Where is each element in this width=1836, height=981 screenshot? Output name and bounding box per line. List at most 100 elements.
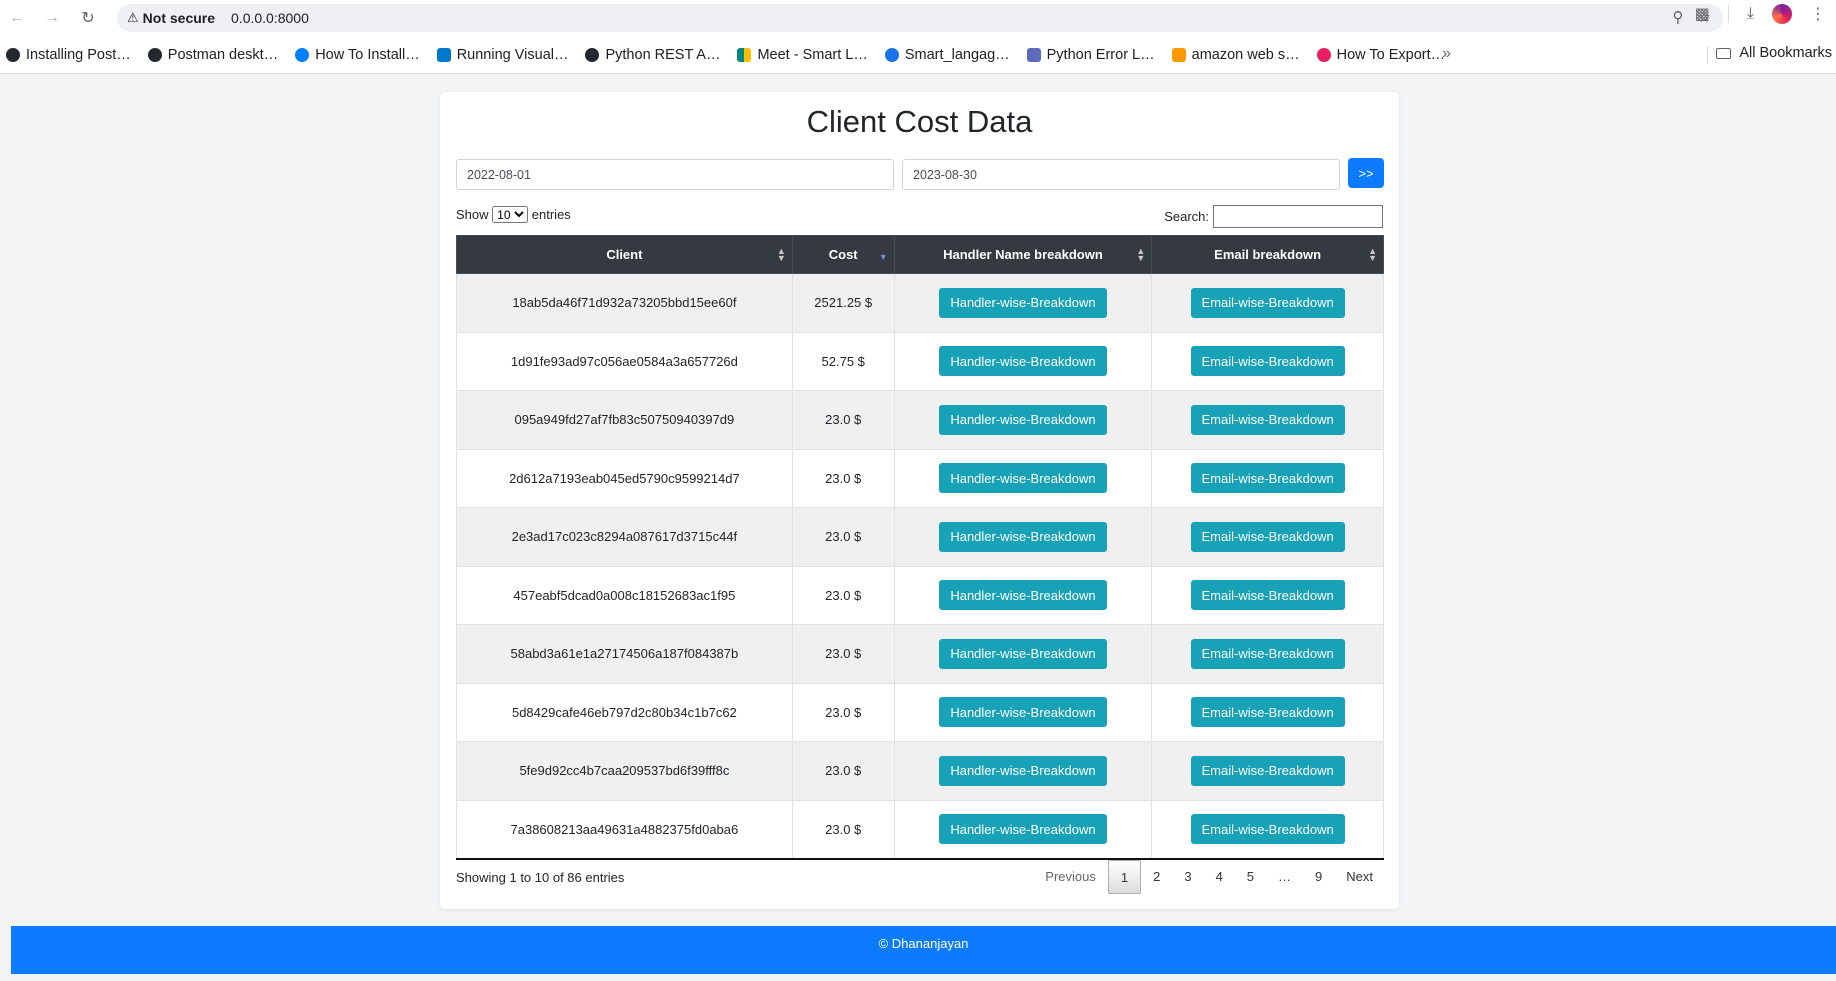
page-button-4[interactable]: 4 [1204,860,1235,894]
table-info: Showing 1 to 10 of 86 entries [456,870,625,885]
page-button-3[interactable]: 3 [1172,860,1203,894]
page-button-5[interactable]: 5 [1235,860,1266,894]
client-cost-table: Client ▲ ▼ Cost ▼ Handler Name breakdown ▲ ▼ … [456,235,1384,860]
folder-icon [1716,47,1732,59]
bookmark-item[interactable]: amazon web s… [1171,47,1300,63]
handler-breakdown-button[interactable]: Handler-wise-Breakdown [939,404,1107,435]
cost-cell: 23.0 $ [791,741,895,801]
email-breakdown-button[interactable]: Email-wise-Breakdown [1190,755,1345,786]
github-icon [147,47,162,62]
client-id-cell: 457eabf5dcad0a008c18152683ac1f95 [456,565,793,625]
email-breakdown-button[interactable]: Email-wise-Breakdown [1190,346,1345,377]
previous-page-button[interactable]: Previous [1033,860,1108,894]
table-row: 18ab5da46f71d932a73205bbd15ee60f 2521.25… [456,273,1384,333]
column-header-handler[interactable]: Handler Name breakdown ▲ ▼ [893,235,1153,274]
cost-cell: 23.0 $ [791,624,895,684]
email-breakdown-button[interactable]: Email-wise-Breakdown [1190,463,1345,494]
cost-cell: 23.0 $ [791,448,895,508]
page-button-2[interactable]: 2 [1141,860,1172,894]
bookmark-item[interactable]: How To Export… [1316,47,1445,63]
handler-breakdown-button[interactable]: Handler-wise-Breakdown [939,521,1107,552]
site-icon [884,47,899,62]
email-breakdown-button[interactable]: Email-wise-Breakdown [1190,521,1345,552]
table-row: 2d612a7193eab045ed5790c9599214d7 23.0 $ … [456,448,1384,508]
handler-breakdown-button[interactable]: Handler-wise-Breakdown [939,346,1107,377]
email-breakdown-button[interactable]: Email-wise-Breakdown [1190,814,1345,844]
profile-avatar[interactable] [1772,4,1792,24]
reload-icon[interactable]: ↻ [74,4,102,32]
sort-both-icon: ▲ ▼ [776,246,786,263]
all-bookmarks-button[interactable]: All Bookmarks [1716,45,1832,61]
client-id-cell: 58abd3a61e1a27174506a187f084387b [456,624,793,684]
email-breakdown-button[interactable]: Email-wise-Breakdown [1190,287,1345,318]
table-search: Search: [1164,205,1383,228]
email-breakdown-button[interactable]: Email-wise-Breakdown [1190,697,1345,728]
bookmark-item[interactable]: Python REST A… [585,47,720,63]
handler-breakdown-button[interactable]: Handler-wise-Breakdown [939,287,1107,318]
cost-cell: 52.75 $ [791,331,895,391]
start-date-input[interactable] [456,159,894,190]
menu-kebab-icon[interactable]: ⋮ [1810,4,1826,24]
forward-arrow-icon[interactable]: → [38,4,66,32]
email-breakdown-button[interactable]: Email-wise-Breakdown [1190,404,1345,435]
submit-date-range-button[interactable]: >> [1348,158,1384,188]
bookmark-item[interactable]: Installing Post… [6,47,131,63]
page-title: Client Cost Data [806,104,1033,139]
browser-toolbar: ← → ↻ ⚠ Not secure 0.0.0.0:8000 ⚲ ☆ ▩ ⤓ … [0,0,1836,36]
bookmark-item[interactable]: How To Install… [295,47,420,63]
page-button-9[interactable]: 9 [1303,860,1334,894]
show-entries-control: Show 10 entries [456,206,571,223]
handler-breakdown-button[interactable]: Handler-wise-Breakdown [939,755,1107,786]
address-bar[interactable]: ⚠ Not secure 0.0.0.0:8000 ⚲ ☆ [117,4,1723,32]
warning-icon: ⚠ [127,10,139,25]
client-id-cell: 18ab5da46f71d932a73205bbd15ee60f [456,273,793,333]
next-page-button[interactable]: Next [1334,860,1385,894]
page-footer: © Dhananjayan [11,926,1836,974]
client-id-cell: 7a38608213aa49631a4882375fd0aba6 [456,799,793,859]
page-ellipsis: … [1278,869,1292,884]
table-row: 5d8429cafe46eb797d2c80b34c1b7c62 23.0 $ … [456,682,1384,742]
column-header-client[interactable]: Client ▲ ▼ [456,235,793,274]
client-cost-card: Client Cost Data >> Show 10 entries Sear… [440,92,1399,909]
client-id-cell: 2d612a7193eab045ed5790c9599214d7 [456,448,793,508]
handler-breakdown-button[interactable]: Handler-wise-Breakdown [939,580,1107,611]
table-row: 2e3ad17c023c8294a087617d3715c44f 23.0 $ … [456,507,1384,567]
site-icon [1026,47,1041,62]
more-bookmarks-chevron-icon[interactable]: » [1442,45,1451,63]
column-header-cost[interactable]: Cost ▼ [791,235,895,274]
bookmark-item[interactable]: Python Error L… [1026,47,1155,63]
toolbar-divider [1727,5,1729,23]
email-breakdown-button[interactable]: Email-wise-Breakdown [1190,580,1345,611]
vscode-icon [436,47,451,62]
download-icon[interactable]: ⤓ [1747,5,1754,23]
bookmark-item[interactable]: Postman deskt… [147,47,278,63]
handler-breakdown-button[interactable]: Handler-wise-Breakdown [939,697,1107,728]
entries-per-page-select[interactable]: 10 [492,206,529,223]
table-row: 7a38608213aa49631a4882375fd0aba6 23.0 $ … [456,799,1384,859]
bookmarks-divider [1707,46,1708,64]
footer-copyright: © Dhananjayan [878,936,969,951]
bookmark-item[interactable]: Smart_langag… [884,47,1010,63]
page-button-1[interactable]: 1 [1107,860,1142,894]
zoom-icon[interactable]: ⚲ [1673,8,1684,26]
extensions-icon[interactable]: ▩ [1695,4,1710,24]
security-label[interactable]: Not secure [143,10,215,26]
search-label: Search: [1164,209,1209,224]
client-id-cell: 1d91fe93ad97c056ae0584a3a657726d [456,331,793,391]
handler-breakdown-button[interactable]: Handler-wise-Breakdown [939,463,1107,494]
url-text[interactable]: 0.0.0.0:8000 [231,10,309,26]
back-arrow-icon[interactable]: ← [3,4,31,32]
search-input[interactable] [1213,205,1383,228]
digitalocean-icon [295,47,310,62]
bookmark-item[interactable]: Running Visual… [436,47,568,63]
table-row: 095a949fd27af7fb83c50750940397d9 23.0 $ … [456,390,1384,450]
client-id-cell: 5d8429cafe46eb797d2c80b34c1b7c62 [456,682,793,742]
handler-breakdown-button[interactable]: Handler-wise-Breakdown [939,638,1107,669]
email-breakdown-button[interactable]: Email-wise-Breakdown [1190,638,1345,669]
handler-breakdown-button[interactable]: Handler-wise-Breakdown [939,814,1107,844]
column-header-email[interactable]: Email breakdown ▲ ▼ [1151,235,1384,274]
table-row: 58abd3a61e1a27174506a187f084387b 23.0 $ … [456,624,1384,684]
github-icon [6,47,20,62]
bookmark-item[interactable]: Meet - Smart L… [737,47,868,63]
end-date-input[interactable] [902,159,1340,190]
